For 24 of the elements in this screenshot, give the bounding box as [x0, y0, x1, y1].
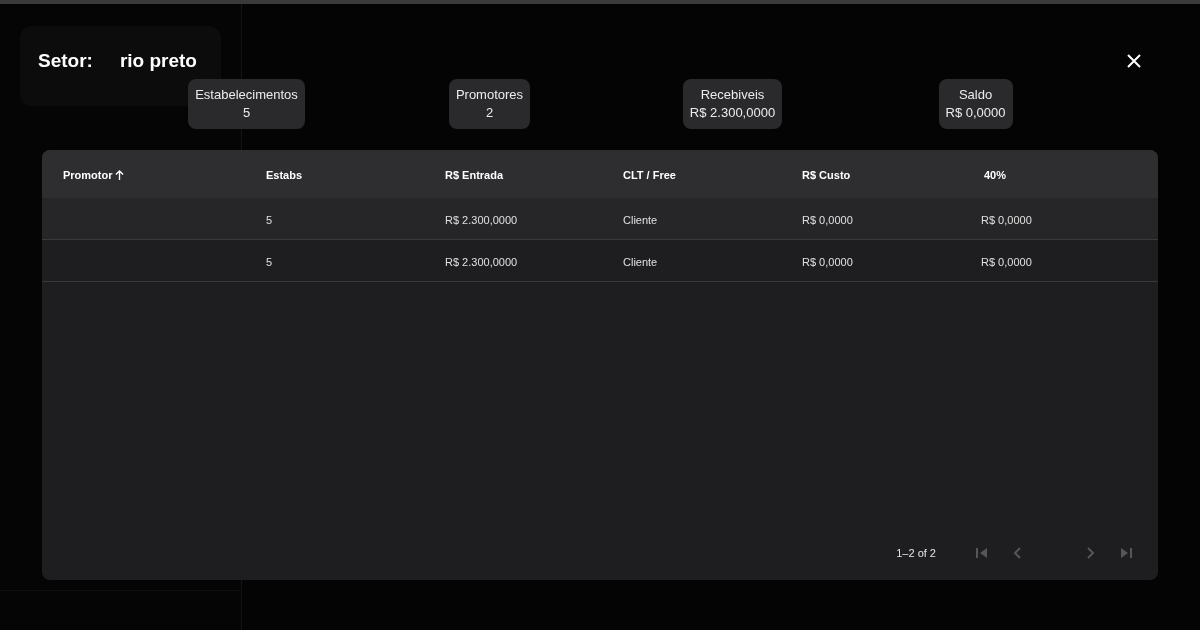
- column-header[interactable]: Promotor: [63, 167, 124, 184]
- table-cell: R$ 0,0000: [802, 213, 853, 226]
- sector-name: rio preto: [119, 48, 197, 73]
- close-icon[interactable]: [1126, 53, 1142, 69]
- column-header[interactable]: R$ Custo: [802, 167, 851, 184]
- table-cell: Cliente: [623, 213, 658, 226]
- table-cell: R$ 0,0000: [981, 213, 1032, 226]
- stat-card: Saldo R$ 0,0000: [938, 79, 1013, 129]
- table-cell: 5: [266, 255, 273, 268]
- table-cell: R$ 2.300,0000: [445, 213, 518, 226]
- table-cell: Cliente: [623, 255, 658, 268]
- column-header[interactable]: R$ Entrada: [445, 167, 504, 184]
- table-cell: R$ 2.300,0000: [445, 255, 518, 268]
- table-cell: R$ 0,0000: [981, 255, 1032, 268]
- sector-label: Setor:: [38, 48, 93, 73]
- stat-card: Promotores 2: [448, 79, 531, 129]
- column-header[interactable]: CLT / Free: [623, 167, 676, 184]
- stat-card: Estabelecimentos 5: [188, 79, 305, 129]
- table-cell: 5: [266, 213, 273, 226]
- pagination-range: 1–2 of 2: [896, 545, 936, 561]
- column-header[interactable]: 40%: [984, 167, 1007, 184]
- stat-card: Recebiveis R$ 2.300,0000: [682, 79, 783, 129]
- table-cell: R$ 0,0000: [802, 255, 853, 268]
- column-header[interactable]: Estabs: [266, 167, 303, 184]
